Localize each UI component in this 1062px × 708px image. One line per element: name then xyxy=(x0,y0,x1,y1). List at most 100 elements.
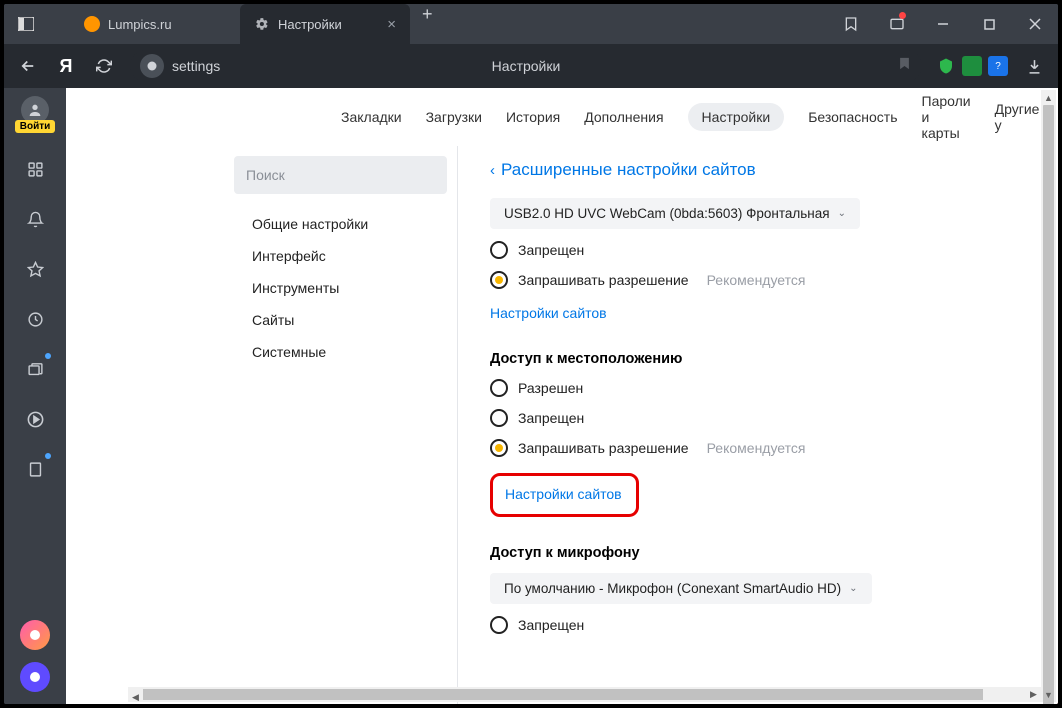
radio-icon xyxy=(490,409,508,427)
section-header-text: Расширенные настройки сайтов xyxy=(501,160,756,180)
tab-settings[interactable]: Настройки × xyxy=(240,4,410,44)
sidenav-interface[interactable]: Интерфейс xyxy=(234,240,457,272)
location-radio-denied[interactable]: Запрещен xyxy=(490,409,1034,427)
shield-icon[interactable] xyxy=(140,54,164,78)
reload-button[interactable] xyxy=(92,54,116,78)
radio-label: Разрешен xyxy=(518,380,583,396)
location-site-settings-link[interactable]: Настройки сайтов xyxy=(505,486,622,502)
apps-icon[interactable] xyxy=(21,155,49,183)
sidenav-sites[interactable]: Сайты xyxy=(234,304,457,336)
tab-label: Настройки xyxy=(278,17,342,32)
login-badge[interactable]: Войти xyxy=(15,120,56,133)
tab-label: Lumpics.ru xyxy=(108,17,172,32)
search-box[interactable] xyxy=(234,156,447,194)
location-radio-allowed[interactable]: Разрешен xyxy=(490,379,1034,397)
yandex-logo-icon[interactable]: Я xyxy=(54,54,78,78)
close-icon[interactable]: × xyxy=(387,16,396,33)
chevron-down-icon: ⌄ xyxy=(849,583,857,594)
radio-checked-icon xyxy=(490,439,508,457)
top-nav: Закладки Загрузки История Дополнения Нас… xyxy=(66,88,1058,146)
tab-lumpics[interactable]: Lumpics.ru xyxy=(70,4,240,44)
dropdown-value: USB2.0 HD UVC WebCam (0bda:5603) Фронтал… xyxy=(504,206,830,221)
back-button[interactable] xyxy=(16,54,40,78)
hint-text: Рекомендуется xyxy=(707,440,806,456)
new-tab-button[interactable]: + xyxy=(410,4,445,44)
search-input[interactable] xyxy=(246,167,435,183)
chevron-left-icon: ‹ xyxy=(490,162,495,179)
scrollbar-thumb[interactable] xyxy=(1043,105,1054,704)
radio-checked-icon xyxy=(490,271,508,289)
content: Закладки Загрузки История Дополнения Нас… xyxy=(66,88,1058,704)
url-box[interactable]: settings Настройки xyxy=(130,50,922,82)
collections-icon[interactable] xyxy=(828,4,874,44)
mic-radio-denied[interactable]: Запрещен xyxy=(490,616,1034,634)
radio-icon xyxy=(490,379,508,397)
camera-radio-ask[interactable]: Запрашивать разрешение Рекомендуется xyxy=(490,271,1034,289)
bell-icon[interactable] xyxy=(21,205,49,233)
history-icon[interactable] xyxy=(21,305,49,333)
play-icon[interactable] xyxy=(21,405,49,433)
close-window-button[interactable] xyxy=(1012,4,1058,44)
sidenav-general[interactable]: Общие настройки xyxy=(234,208,457,240)
scroll-right-arrow[interactable]: ▶ xyxy=(1026,687,1041,702)
blue-dot xyxy=(45,353,51,359)
extension-dashlane-icon[interactable]: 1 xyxy=(936,56,956,76)
bookmark-icon[interactable] xyxy=(897,56,912,76)
camera-radio-denied[interactable]: Запрещен xyxy=(490,241,1034,259)
scroll-down-arrow[interactable]: ▼ xyxy=(1041,687,1056,702)
topnav-other[interactable]: Другие у xyxy=(995,101,1040,133)
horizontal-scrollbar[interactable]: ◀ ▶ xyxy=(128,687,1041,702)
scrollbar-thumb[interactable] xyxy=(143,689,983,700)
topnav-bookmarks[interactable]: Закладки xyxy=(341,109,402,125)
topnav-history[interactable]: История xyxy=(506,109,560,125)
settings-sidebar: Общие настройки Интерфейс Инструменты Са… xyxy=(234,146,458,704)
topnav-settings[interactable]: Настройки xyxy=(688,103,785,131)
topnav-security[interactable]: Безопасность xyxy=(808,109,897,125)
camera-dropdown[interactable]: USB2.0 HD UVC WebCam (0bda:5603) Фронтал… xyxy=(490,198,860,229)
radio-label: Запрашивать разрешение xyxy=(518,440,689,456)
minimize-button[interactable] xyxy=(920,4,966,44)
chevron-down-icon: ⌄ xyxy=(838,208,846,219)
maximize-button[interactable] xyxy=(966,4,1012,44)
radio-label: Запрещен xyxy=(518,242,584,258)
dropdown-value: По умолчанию - Микрофон (Conexant SmartA… xyxy=(504,581,841,596)
camera-site-settings-link[interactable]: Настройки сайтов xyxy=(490,305,607,321)
titlebar: Lumpics.ru Настройки × + xyxy=(4,4,1058,44)
panel-toggle-icon[interactable] xyxy=(12,10,40,38)
vertical-scrollbar[interactable]: ▲ ▼ xyxy=(1041,90,1056,702)
mic-section-title: Доступ к микрофону xyxy=(490,545,1034,561)
alice-alt-icon[interactable] xyxy=(20,662,50,692)
location-section-title: Доступ к местоположению xyxy=(490,351,1034,367)
gear-icon xyxy=(254,16,270,32)
mic-dropdown[interactable]: По умолчанию - Микрофон (Conexant SmartA… xyxy=(490,573,872,604)
scroll-up-arrow[interactable]: ▲ xyxy=(1041,90,1056,105)
topnav-addons[interactable]: Дополнения xyxy=(584,109,663,125)
radio-icon xyxy=(490,616,508,634)
alice-icon[interactable] xyxy=(20,620,50,650)
left-sidebar: Войти xyxy=(4,88,66,704)
radio-label: Запрашивать разрешение xyxy=(518,272,689,288)
tabs: Lumpics.ru Настройки × + xyxy=(70,4,828,44)
note-icon[interactable] xyxy=(21,455,49,483)
extension-help-icon[interactable]: ? xyxy=(988,56,1008,76)
window-controls xyxy=(828,4,1058,44)
page-title: Настройки xyxy=(492,58,561,74)
location-radio-ask[interactable]: Запрашивать разрешение Рекомендуется xyxy=(490,439,1034,457)
hint-text: Рекомендуется xyxy=(707,272,806,288)
section-header[interactable]: ‹ Расширенные настройки сайтов xyxy=(490,160,1034,180)
radio-icon xyxy=(490,241,508,259)
sidenav-system[interactable]: Системные xyxy=(234,336,457,368)
star-icon[interactable] xyxy=(21,255,49,283)
scroll-left-arrow[interactable]: ◀ xyxy=(128,690,143,704)
sidenav-tools[interactable]: Инструменты xyxy=(234,272,457,304)
addressbar: Я settings Настройки 1 ? xyxy=(4,44,1058,88)
topnav-passwords[interactable]: Пароли и карты xyxy=(922,93,971,141)
notifications-icon[interactable] xyxy=(874,4,920,44)
downloads-icon[interactable] xyxy=(1022,54,1046,78)
radio-label: Запрещен xyxy=(518,410,584,426)
favicon-icon xyxy=(84,16,100,32)
topnav-downloads[interactable]: Загрузки xyxy=(426,109,482,125)
windows-icon[interactable] xyxy=(21,355,49,383)
extension-savefrom-icon[interactable] xyxy=(962,56,982,76)
notification-dot xyxy=(899,12,906,19)
